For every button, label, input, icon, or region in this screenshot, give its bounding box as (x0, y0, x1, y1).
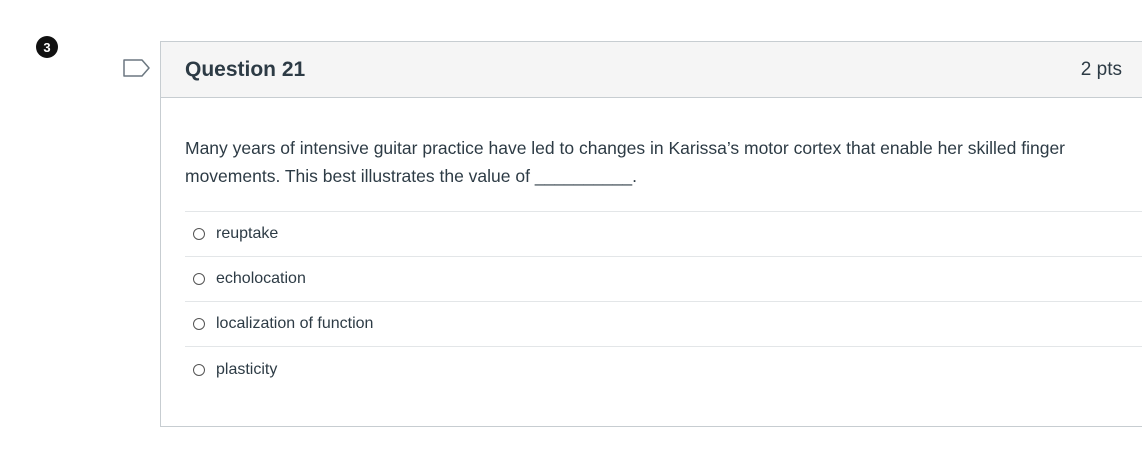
radio-button-icon[interactable] (193, 228, 205, 240)
question-header: Question 21 2 pts (161, 42, 1142, 98)
radio-button-icon[interactable] (193, 318, 205, 330)
answer-option-reuptake[interactable]: reuptake (185, 212, 1142, 257)
radio-button-icon[interactable] (193, 273, 205, 285)
question-text: Many years of intensive guitar practice … (185, 138, 1065, 186)
answer-label: reuptake (216, 225, 279, 242)
question-points: 2 pts (1080, 58, 1122, 80)
question-title: Question 21 (185, 57, 306, 81)
answer-label: localization of function (216, 315, 374, 332)
flag-question-icon[interactable] (122, 58, 152, 78)
answer-label: plasticity (216, 360, 278, 378)
notification-badge: 3 (36, 36, 58, 58)
answer-label: echolocation (216, 270, 306, 287)
answer-option-echolocation[interactable]: echolocation (185, 257, 1142, 302)
question-card: Question 21 2 pts Many years of intensiv… (160, 41, 1142, 427)
radio-button-icon[interactable] (193, 363, 205, 376)
answer-option-localization-of-function[interactable]: localization of function (185, 302, 1142, 347)
answer-list: reuptake echolocation localization of fu… (185, 211, 1142, 392)
answer-option-plasticity[interactable]: plasticity (185, 347, 1142, 392)
